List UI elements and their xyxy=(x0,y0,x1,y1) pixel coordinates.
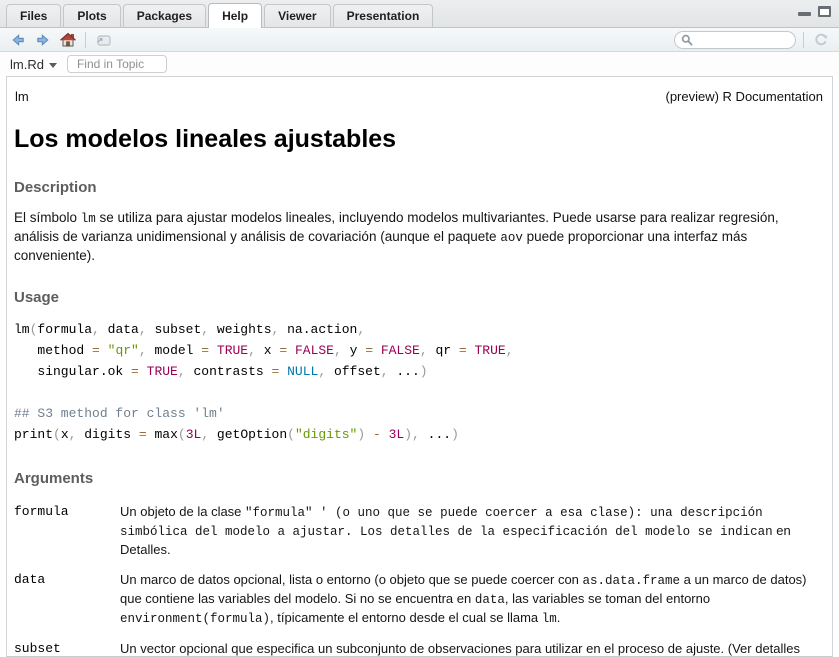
find-in-topic-input[interactable] xyxy=(67,55,167,73)
search-input[interactable] xyxy=(697,34,787,46)
help-search-box[interactable] xyxy=(674,31,796,49)
doc-type-label: (preview) R Documentation xyxy=(665,89,823,104)
argument-name: formula xyxy=(14,503,120,559)
help-document: lm (preview) R Documentation Los modelos… xyxy=(6,76,833,657)
help-toolbar xyxy=(0,28,839,52)
arguments-heading: Arguments xyxy=(14,470,824,487)
maximize-pane-icon[interactable] xyxy=(818,6,831,17)
topic-selector[interactable]: lm.Rd xyxy=(10,57,57,72)
back-arrow-icon xyxy=(10,32,26,48)
refresh-icon xyxy=(813,32,829,48)
pane-window-controls xyxy=(798,6,831,17)
page-title: Los modelos lineales ajustables xyxy=(14,125,824,154)
tab-help[interactable]: Help xyxy=(208,3,262,28)
doc-header: lm (preview) R Documentation xyxy=(14,89,824,104)
table-row: subset Un vector opcional que especifica… xyxy=(14,640,824,657)
toolbar-separator xyxy=(85,32,86,48)
code-line: method = "qr", model = TRUE, x = FALSE, … xyxy=(14,340,824,361)
home-icon xyxy=(59,32,77,48)
code-line: lm(formula, data, subset, weights, na.ac… xyxy=(14,319,824,340)
arguments-table: formula Un objeto de la clase "formula" … xyxy=(14,503,824,657)
refresh-button[interactable] xyxy=(811,30,831,50)
pane-tab-bar: Files Plots Packages Help Viewer Present… xyxy=(0,0,839,28)
minimize-pane-icon[interactable] xyxy=(798,12,811,16)
tab-files[interactable]: Files xyxy=(6,4,61,27)
doc-topic: lm xyxy=(15,89,29,104)
argument-name: data xyxy=(14,571,120,628)
description-paragraph: El símbolo lm se utiliza para ajustar mo… xyxy=(14,209,824,264)
table-row: formula Un objeto de la clase "formula" … xyxy=(14,503,824,559)
chevron-down-icon xyxy=(49,63,57,68)
code-line: print(x, digits = max(3L, getOption("dig… xyxy=(14,424,824,445)
code-line: ## S3 method for class 'lm' xyxy=(14,403,824,424)
tab-viewer[interactable]: Viewer xyxy=(264,4,330,27)
table-row: data Un marco de datos opcional, lista o… xyxy=(14,571,824,628)
topic-selector-label: lm.Rd xyxy=(10,57,44,72)
usage-code-block: lm(formula, data, subset, weights, na.ac… xyxy=(14,319,824,445)
usage-heading: Usage xyxy=(14,289,824,306)
tab-presentation[interactable]: Presentation xyxy=(333,4,434,27)
argument-description: Un objeto de la clase "formula" ' (o uno… xyxy=(120,503,820,559)
search-icon xyxy=(681,34,693,46)
argument-description: Un marco de datos opcional, lista o ento… xyxy=(120,571,820,628)
tab-plots[interactable]: Plots xyxy=(63,4,120,27)
argument-description: Un vector opcional que especifica un sub… xyxy=(120,640,820,657)
code-line: singular.ok = TRUE, contrasts = NULL, of… xyxy=(14,361,824,382)
back-button[interactable] xyxy=(8,30,28,50)
forward-button[interactable] xyxy=(33,30,53,50)
toolbar-separator xyxy=(803,32,804,48)
show-in-new-window-icon xyxy=(95,32,112,47)
description-heading: Description xyxy=(14,179,824,196)
forward-arrow-icon xyxy=(35,32,51,48)
show-in-new-window-button[interactable] xyxy=(93,30,113,50)
tab-packages[interactable]: Packages xyxy=(123,4,206,27)
topic-bar: lm.Rd xyxy=(0,52,839,76)
tab-list: Files Plots Packages Help Viewer Present… xyxy=(0,0,435,27)
home-button[interactable] xyxy=(58,30,78,50)
argument-name: subset xyxy=(14,640,120,657)
code-line xyxy=(14,382,824,403)
